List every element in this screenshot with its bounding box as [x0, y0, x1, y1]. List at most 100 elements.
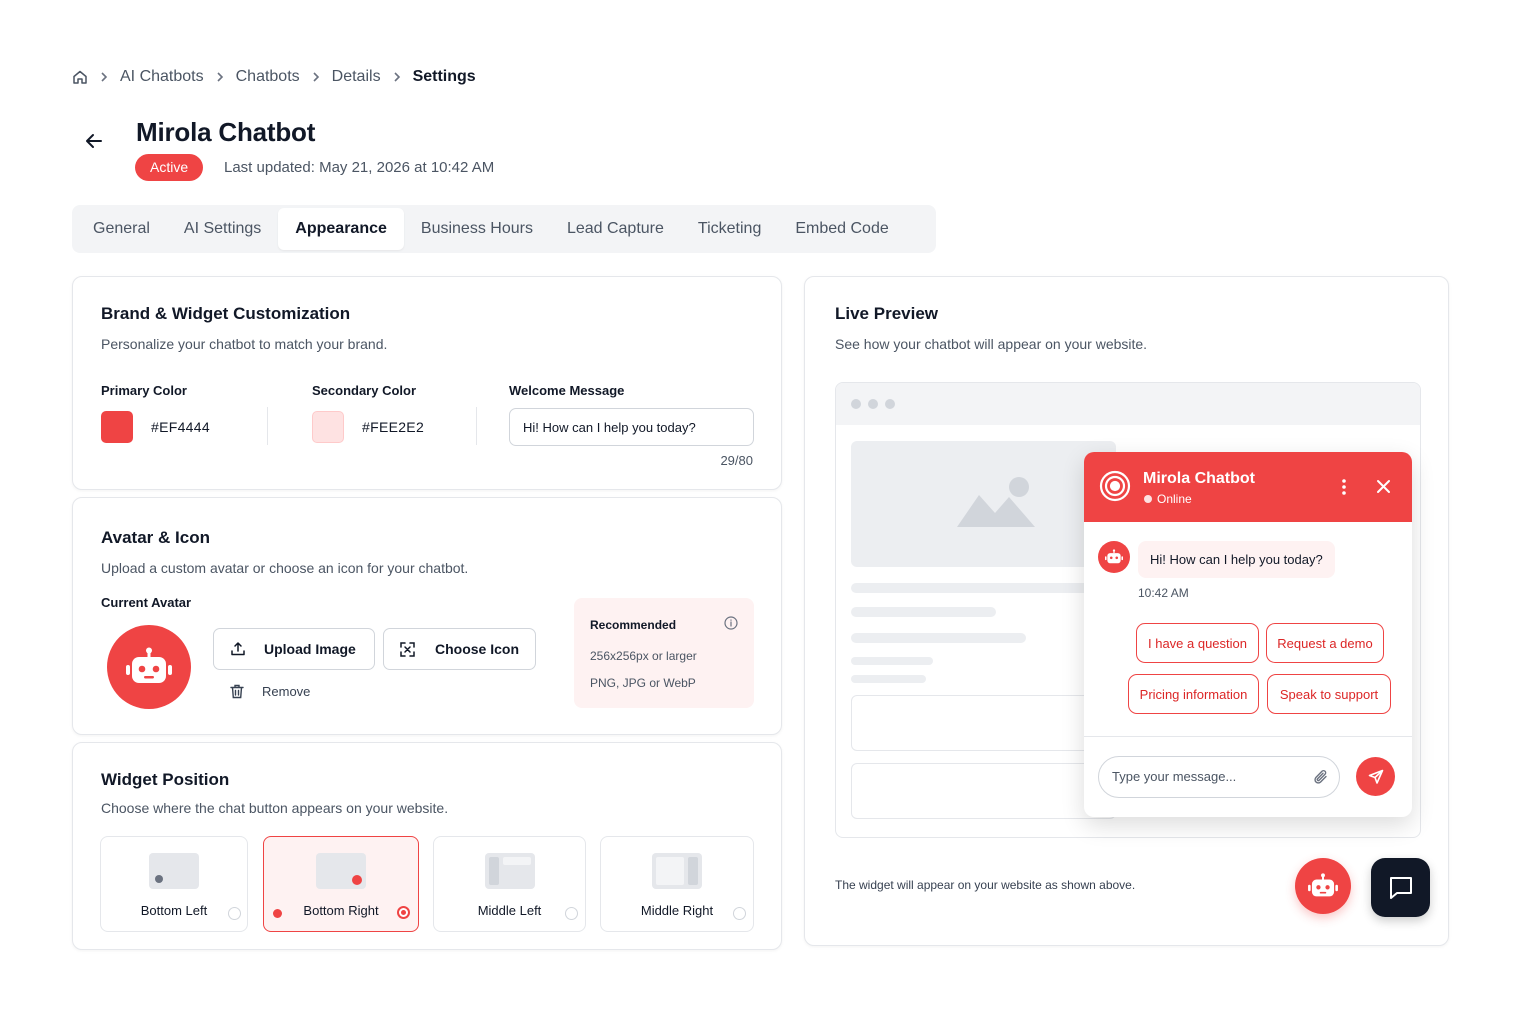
secondary-color-swatch[interactable] — [312, 411, 344, 443]
radio-bottom-right[interactable] — [397, 906, 410, 919]
breadcrumb-item-chatbots[interactable]: Chatbots — [236, 68, 300, 86]
position-card-title: Widget Position — [101, 770, 230, 789]
message-timestamp: 10:42 AM — [1138, 586, 1189, 600]
upload-image-label: Upload Image — [264, 641, 356, 657]
avatar-icon-card: Avatar & Icon Upload a custom avatar or … — [72, 497, 782, 735]
send-button[interactable] — [1356, 757, 1395, 796]
choose-icon-button[interactable]: Choose Icon — [383, 628, 536, 670]
tab-business-hours[interactable]: Business Hours — [404, 208, 550, 250]
tab-appearance[interactable]: Appearance — [278, 208, 404, 250]
position-option-bottom-left[interactable]: Bottom Left — [100, 836, 248, 932]
primary-color-label: Primary Color — [101, 383, 187, 398]
back-arrow-icon[interactable] — [82, 130, 106, 152]
welcome-message-counter: 29/80 — [720, 453, 753, 468]
bottom-right-thumbnail — [316, 853, 366, 889]
brand-logo-icon — [1099, 470, 1131, 502]
more-vertical-icon[interactable] — [1339, 478, 1349, 496]
text-placeholder — [851, 633, 1026, 643]
avatar — [107, 625, 191, 709]
position-label: Middle Right — [640, 903, 714, 918]
position-label: Middle Left — [477, 903, 542, 918]
preview-subtitle: See how your chatbot will appear on your… — [835, 336, 1148, 352]
quick-reply-demo[interactable]: Request a demo — [1266, 623, 1384, 663]
text-placeholder — [851, 583, 1116, 593]
tab-ticketing[interactable]: Ticketing — [681, 208, 778, 250]
chat-launcher-button[interactable] — [1371, 858, 1430, 917]
position-card-subtitle: Choose where the chat button appears on … — [101, 800, 449, 816]
breadcrumb-item-details[interactable]: Details — [332, 68, 381, 86]
current-avatar-label: Current Avatar — [101, 595, 192, 610]
remove-avatar-button[interactable]: Remove — [230, 684, 310, 699]
preview-title: Live Preview — [835, 304, 939, 323]
quick-reply-support[interactable]: Speak to support — [1267, 674, 1391, 714]
text-placeholder — [851, 657, 933, 665]
primary-color-swatch[interactable] — [101, 411, 133, 443]
divider — [476, 407, 477, 445]
recommended-formats: PNG, JPG or WebP — [590, 676, 696, 690]
tab-lead-capture[interactable]: Lead Capture — [550, 208, 681, 250]
chat-widget-status: Online — [1157, 492, 1192, 506]
chat-input-placeholder: Type your message... — [1112, 769, 1237, 784]
tab-ai-settings[interactable]: AI Settings — [167, 208, 278, 250]
position-option-bottom-right[interactable]: Bottom Right — [263, 836, 419, 932]
chat-bubble-icon — [1387, 874, 1415, 902]
avatar-card-subtitle: Upload a custom avatar or choose an icon… — [101, 560, 469, 576]
text-placeholder — [851, 675, 926, 683]
position-option-middle-right[interactable]: Middle Right — [600, 836, 754, 932]
divider — [1084, 736, 1412, 737]
radio-middle-left[interactable] — [565, 907, 578, 920]
tab-embed-code[interactable]: Embed Code — [778, 208, 905, 250]
chat-widget-name: Mirola Chatbot — [1143, 470, 1255, 487]
robot-launcher-button[interactable] — [1295, 858, 1351, 914]
chevron-right-icon — [387, 71, 407, 83]
bottom-left-thumbnail — [149, 853, 199, 889]
last-updated-text: Last updated: May 21, 2026 at 10:42 AM — [224, 159, 495, 176]
brand-customization-card: Brand & Widget Customization Personalize… — [72, 276, 782, 490]
chevron-right-icon — [210, 71, 230, 83]
breadcrumb-item-ai-chatbots[interactable]: AI Chatbots — [120, 68, 204, 86]
status-badge: Active — [135, 154, 204, 181]
send-icon — [1368, 769, 1384, 785]
close-icon[interactable] — [1376, 479, 1391, 494]
home-icon[interactable] — [72, 69, 88, 85]
upload-icon — [230, 641, 246, 657]
chat-widget-header: Mirola Chatbot Online — [1084, 452, 1412, 522]
bot-avatar — [1098, 541, 1130, 573]
quick-reply-question[interactable]: I have a question — [1136, 623, 1259, 663]
tab-general[interactable]: General — [76, 208, 167, 250]
preview-footer-note: The widget will appear on your website a… — [835, 878, 1136, 892]
welcome-message-input[interactable]: Hi! How can I help you today? — [509, 408, 754, 446]
primary-color-value[interactable]: #EF4444 — [151, 419, 210, 435]
middle-left-thumbnail — [485, 853, 535, 889]
online-dot — [1144, 495, 1152, 503]
bot-message-bubble: Hi! How can I help you today? — [1138, 541, 1335, 578]
robot-icon — [126, 647, 172, 687]
chat-message-input[interactable]: Type your message... — [1098, 756, 1340, 798]
position-label: Bottom Right — [303, 903, 379, 918]
chat-widget-preview: Mirola Chatbot Online Hi! How can I help… — [1084, 452, 1412, 817]
field-placeholder — [851, 763, 1116, 819]
radio-bottom-left[interactable] — [228, 907, 241, 920]
breadcrumb: AI Chatbots Chatbots Details Settings — [72, 66, 476, 88]
crop-icon — [400, 641, 415, 657]
middle-right-thumbnail — [652, 853, 702, 889]
breadcrumb-current: Settings — [412, 68, 476, 85]
quick-reply-pricing[interactable]: Pricing information — [1128, 674, 1259, 714]
position-option-middle-left[interactable]: Middle Left — [433, 836, 586, 932]
radio-middle-right[interactable] — [733, 907, 746, 920]
secondary-color-value[interactable]: #FEE2E2 — [362, 419, 424, 435]
choose-icon-label: Choose Icon — [435, 641, 520, 657]
paperclip-icon[interactable] — [1313, 768, 1329, 786]
image-placeholder — [851, 441, 1116, 567]
welcome-message-label: Welcome Message — [509, 383, 625, 398]
page-title: Mirola Chatbot — [136, 117, 316, 147]
mock-browser-toolbar — [836, 383, 1420, 425]
upload-image-button[interactable]: Upload Image — [213, 628, 375, 670]
brand-card-title: Brand & Widget Customization — [101, 304, 351, 323]
secondary-color-label: Secondary Color — [312, 383, 417, 398]
robot-icon — [1105, 549, 1123, 565]
text-placeholder — [851, 607, 996, 617]
info-icon[interactable] — [724, 616, 738, 630]
divider — [267, 407, 268, 445]
robot-icon — [1308, 873, 1338, 899]
